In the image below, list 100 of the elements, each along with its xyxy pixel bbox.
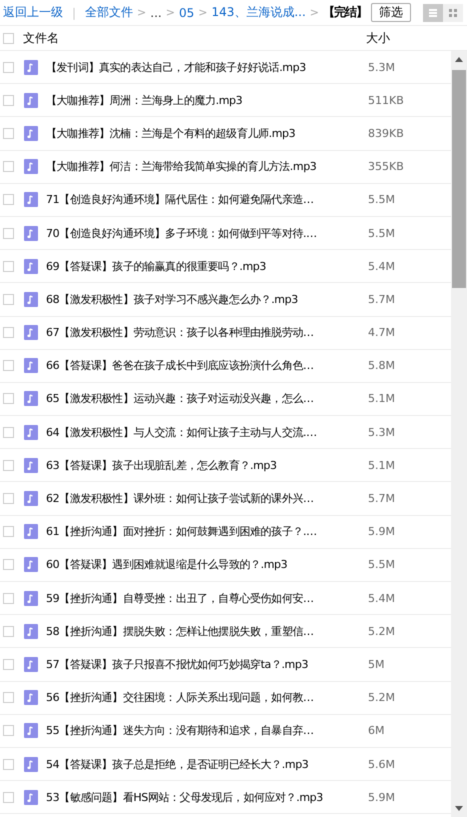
audio-file-icon [24,557,38,572]
file-name[interactable]: 69【答疑课】孩子的输赢真的很重要吗？.mp3 [46,258,364,274]
file-size: 5.1M [368,392,395,406]
row-checkbox[interactable] [3,62,14,73]
file-size: 839KB [368,126,404,140]
file-name[interactable]: 70【创造良好沟通环境】多子环境：如何做到平等对待.… [46,226,364,241]
breadcrumb-link[interactable]: 143、兰海说成... [211,4,306,21]
row-checkbox[interactable] [3,658,14,670]
file-name[interactable]: 58【挫折沟通】摆脱失败：怎样让他摆脱失败，重塑信… [46,624,364,639]
file-name[interactable]: 65【激发积极性】运动兴趣：孩子对运动没兴趣，怎么… [46,391,364,406]
row-checkbox[interactable] [3,294,14,305]
file-size: 5.4M [368,260,395,273]
select-all-checkbox[interactable] [3,32,14,44]
row-checkbox[interactable] [3,327,14,338]
row-checkbox[interactable] [3,360,14,372]
file-name[interactable]: 57【答疑课】孩子只报喜不报忧如何巧妙揭穿ta？.mp3 [46,656,364,672]
file-name[interactable]: 59【挫折沟通】自尊受挫：出丑了，自尊心受伤如何安… [46,590,364,606]
file-size: 5.5M [368,558,395,572]
file-name[interactable]: 【发刊词】真实的表达自己，才能和孩子好好说话.mp3 [46,60,364,75]
file-size: 5.9M [368,525,395,538]
row-checkbox[interactable] [3,194,14,206]
breadcrumb-separator: > [137,6,146,19]
audio-file-icon [24,590,38,606]
audio-file-icon [24,192,38,208]
file-size: 5.2M [368,624,395,638]
row-checkbox[interactable] [3,725,14,736]
file-name[interactable]: 53【敏感问题】看HS网站：父母发现后，如何应对？.mp3 [46,790,364,805]
current-folder: 【完结】 [323,4,368,21]
row-checkbox[interactable] [3,128,14,139]
list-view-button[interactable] [423,4,444,22]
scrollbar[interactable] [451,51,467,817]
column-header[interactable]: 大小 [366,30,390,46]
audio-file-icon [24,458,38,473]
row-checkbox[interactable] [3,792,14,803]
list-icon [428,8,438,18]
row-checkbox[interactable] [3,526,14,538]
grid-view-button[interactable] [443,4,464,22]
audio-file-icon [24,790,38,805]
file-name[interactable]: 63【答疑课】孩子出现脏乱差，怎么教育？.mp3 [46,458,364,473]
row-checkbox[interactable] [3,94,14,106]
audio-file-icon [24,391,38,406]
audio-file-icon [24,159,38,174]
scroll-up-icon[interactable] [455,57,463,62]
row-checkbox[interactable] [3,161,14,172]
audio-file-icon [24,624,38,639]
file-name[interactable]: 【大咖推荐】周洲：兰海身上的魔力.mp3 [46,92,364,108]
file-size: 5.7M [368,292,395,306]
file-name[interactable]: 55【挫折沟通】迷失方向：没有期待和追求，自暴自弃… [46,723,364,738]
breadcrumb-link[interactable]: 05 [178,6,194,20]
scrollbar-thumb[interactable] [452,70,466,288]
audio-file-icon [24,524,38,540]
file-name[interactable]: 【大咖推荐】何洁：兰海带给我简单实操的育儿方法.mp3 [46,159,364,174]
file-size: 5.5M [368,193,395,206]
row-checkbox[interactable] [3,692,14,704]
file-size: 5.4M [368,592,395,605]
row-checkbox[interactable] [3,426,14,438]
file-name[interactable]: 68【激发积极性】孩子对学习不感兴趣怎么办？.mp3 [46,292,364,307]
grid-icon [448,8,458,18]
row-checkbox[interactable] [3,228,14,239]
row-checkbox[interactable] [3,460,14,471]
file-size: 5.3M [368,426,395,439]
file-size: 5.5M [368,226,395,240]
audio-file-icon [24,325,38,340]
file-size: 511KB [368,94,404,107]
audio-file-icon [24,258,38,274]
file-name[interactable]: 67【激发积极性】劳动意识：孩子以各种理由推脱劳动… [46,325,364,340]
row-checkbox[interactable] [3,626,14,637]
row-checkbox[interactable] [3,592,14,604]
audio-file-icon [24,358,38,374]
audio-file-icon [24,491,38,506]
file-name[interactable]: 64【激发积极性】与人交流：如何让孩子主动与人交流.… [46,424,364,440]
file-name[interactable]: 54【答疑课】孩子总是拒绝，是否证明已经长大？.mp3 [46,756,364,772]
row-checkbox[interactable] [3,493,14,504]
file-name[interactable]: 61【挫折沟通】面对挫折：如何鼓舞遇到困难的孩子？.… [46,524,364,540]
file-name[interactable]: 71【创造良好沟通环境】隔代居住：如何避免隔代亲造… [46,192,364,208]
file-size: 5M [368,658,384,671]
row-checkbox[interactable] [3,260,14,272]
row-checkbox[interactable] [3,393,14,404]
file-size: 5.1M [368,458,395,472]
row-checkbox[interactable] [3,559,14,570]
breadcrumb-separator: > [198,6,208,19]
file-name[interactable]: 【大咖推荐】沈楠：兰海是个有料的超级育儿师.mp3 [46,126,364,141]
file-name[interactable]: 56【挫折沟通】交往困境：人际关系出现问题，如何教… [46,690,364,706]
scroll-down-icon[interactable] [455,806,463,811]
breadcrumb-separator: > [310,6,320,19]
breadcrumb-link[interactable]: 全部文件 [85,4,134,21]
filter-button[interactable]: 筛选 [371,3,412,22]
file-size: 5.3M [368,60,395,74]
audio-file-icon [24,723,38,738]
file-name[interactable]: 66【答疑课】爸爸在孩子成长中到底应该扮演什么角色… [46,358,364,374]
row-checkbox[interactable] [3,758,14,770]
back-link[interactable]: 返回上一级 [3,4,63,21]
file-name[interactable]: 60【答疑课】遇到困难就退缩是什么导致的？.mp3 [46,557,364,572]
file-name[interactable]: 62【激发积极性】课外班：如何让孩子尝试新的课外兴… [46,491,364,506]
audio-file-icon [24,756,38,772]
column-header[interactable]: 文件名 [23,30,366,46]
audio-file-icon [24,292,38,307]
breadcrumb-separator: > [166,6,175,19]
file-size: 5.2M [368,691,395,704]
separator-text: | [72,6,76,20]
